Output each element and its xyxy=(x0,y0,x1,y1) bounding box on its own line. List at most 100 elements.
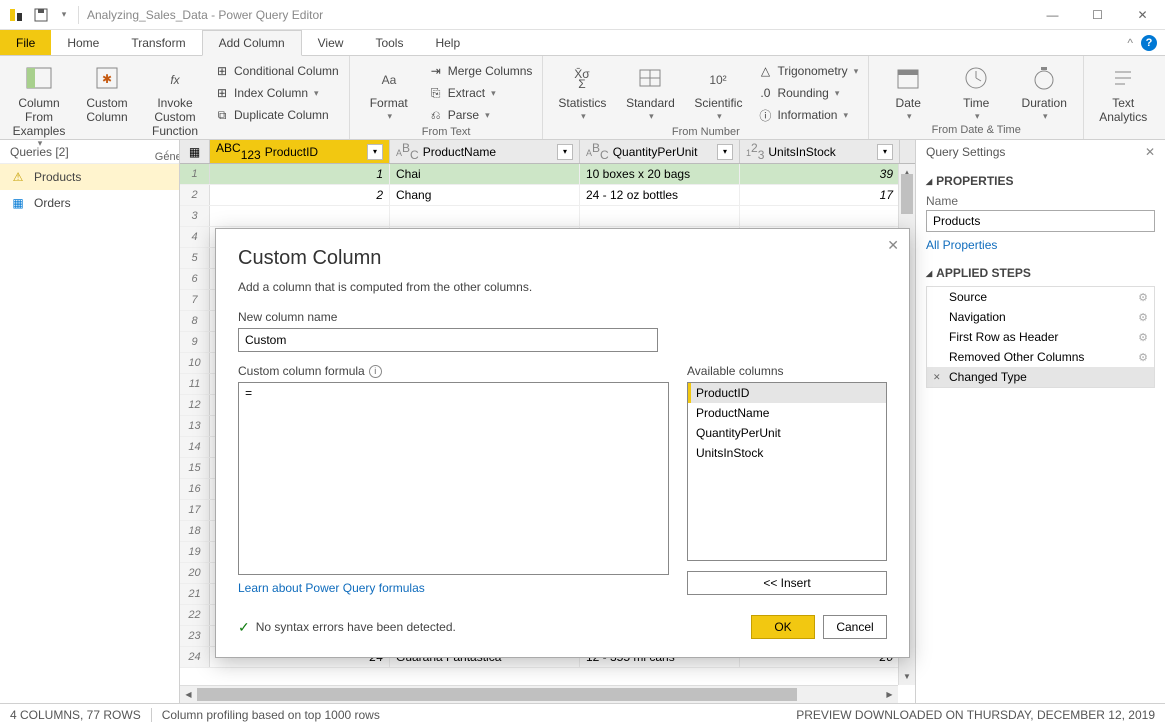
format-button[interactable]: AaFormat▾ xyxy=(356,58,422,123)
all-properties-link[interactable]: All Properties xyxy=(926,238,997,252)
column-header-productname[interactable]: ABCProductName▾ xyxy=(390,140,580,163)
scroll-left-icon[interactable]: ◀ xyxy=(180,686,197,703)
minimize-button[interactable]: — xyxy=(1030,0,1075,30)
table-row[interactable]: 22Chang24 - 12 oz bottles17 xyxy=(180,185,915,206)
merge-columns-button[interactable]: ⇥Merge Columns xyxy=(424,60,537,82)
learn-formulas-link[interactable]: Learn about Power Query formulas xyxy=(238,581,669,595)
row-number: 22 xyxy=(180,605,210,625)
available-columns-list[interactable]: ProductIDProductNameQuantityPerUnitUnits… xyxy=(687,382,887,561)
trigonometry-button[interactable]: △Trigonometry▾ xyxy=(753,60,862,82)
duplicate-column-button[interactable]: ⧉Duplicate Column xyxy=(210,104,343,126)
column-dropdown-icon[interactable]: ▾ xyxy=(877,144,893,160)
new-column-name-input[interactable] xyxy=(238,328,658,352)
status-bar: 4 COLUMNS, 77 ROWS Column profiling base… xyxy=(0,703,1165,725)
applied-step[interactable]: First Row as Header⚙ xyxy=(927,327,1154,347)
insert-button[interactable]: << Insert xyxy=(687,571,887,595)
horizontal-scrollbar[interactable]: ◀ ▶ xyxy=(180,685,898,703)
type-icon: ABC xyxy=(586,141,609,162)
info-icon[interactable]: i xyxy=(369,365,382,378)
svg-text:✱: ✱ xyxy=(102,72,112,86)
statistics-button[interactable]: X̄σΣStatistics▾ xyxy=(549,58,615,123)
gear-icon[interactable]: ⚙ xyxy=(1138,311,1148,324)
column-header-quantityperunit[interactable]: ABCQuantityPerUnit▾ xyxy=(580,140,740,163)
dialog-close-icon[interactable]: ✕ xyxy=(887,237,899,254)
tab-help[interactable]: Help xyxy=(419,30,476,55)
table-row[interactable]: 3 xyxy=(180,206,915,227)
cancel-button[interactable]: Cancel xyxy=(823,615,887,639)
scroll-right-icon[interactable]: ▶ xyxy=(881,686,898,703)
table-row[interactable]: 11Chai10 boxes x 20 bags39 xyxy=(180,164,915,185)
scientific-button[interactable]: 10²Scientific▾ xyxy=(685,58,751,123)
conditional-column-button[interactable]: ⊞Conditional Column xyxy=(210,60,343,82)
parse-button[interactable]: ⎌Parse▾ xyxy=(424,104,537,126)
group-label-fromnumber: From Number xyxy=(549,126,862,139)
help-icon[interactable]: ? xyxy=(1141,35,1157,51)
row-number: 13 xyxy=(180,416,210,436)
applied-step[interactable]: Navigation⚙ xyxy=(927,307,1154,327)
scroll-thumb[interactable] xyxy=(901,174,913,214)
row-number: 3 xyxy=(180,206,210,226)
tab-add-column[interactable]: Add Column xyxy=(202,30,302,56)
custom-column-button[interactable]: ✱Custom Column xyxy=(74,58,140,127)
tab-tools[interactable]: Tools xyxy=(359,30,419,55)
available-column-item[interactable]: UnitsInStock xyxy=(688,443,886,463)
row-number: 19 xyxy=(180,542,210,562)
hscroll-thumb[interactable] xyxy=(197,688,797,701)
gear-icon[interactable]: ⚙ xyxy=(1138,291,1148,304)
time-button[interactable]: Time▾ xyxy=(943,58,1009,123)
gear-icon[interactable]: ⚙ xyxy=(1138,331,1148,344)
cell: 2 xyxy=(210,185,390,205)
collapse-queries-icon[interactable]: ‹ xyxy=(165,145,169,159)
invoke-custom-function-button[interactable]: fxInvoke Custom Function xyxy=(142,58,208,140)
vision-button[interactable]: Vision xyxy=(1158,58,1165,113)
collapse-ribbon-icon[interactable]: ^ xyxy=(1127,36,1133,50)
close-settings-icon[interactable]: ✕ xyxy=(1145,145,1155,159)
applied-step[interactable]: Changed Type xyxy=(927,367,1154,387)
tab-home[interactable]: Home xyxy=(51,30,115,55)
gear-icon[interactable]: ⚙ xyxy=(1138,351,1148,364)
information-button[interactable]: ⓘInformation▾ xyxy=(753,104,862,126)
column-from-examples-button[interactable]: Column From Examples▾ xyxy=(6,58,72,151)
formula-input[interactable] xyxy=(238,382,669,575)
tab-file[interactable]: File xyxy=(0,30,51,55)
close-button[interactable]: ✕ xyxy=(1120,0,1165,30)
available-column-item[interactable]: QuantityPerUnit xyxy=(688,423,886,443)
rounding-button[interactable]: .0Rounding▾ xyxy=(753,82,862,104)
tab-view[interactable]: View xyxy=(302,30,360,55)
query-settings-pane: Query Settings ✕ ◢PROPERTIES Name All Pr… xyxy=(915,140,1165,703)
grid-corner[interactable]: ▦ xyxy=(180,140,210,163)
available-column-item[interactable]: ProductID xyxy=(688,383,886,403)
date-button[interactable]: Date▾ xyxy=(875,58,941,123)
custom-column-dialog: ✕ Custom Column Add a column that is com… xyxy=(215,228,910,658)
extract-button[interactable]: ⎘Extract▾ xyxy=(424,82,537,104)
standard-button[interactable]: Standard▾ xyxy=(617,58,683,123)
column-dropdown-icon[interactable]: ▾ xyxy=(367,144,383,160)
save-icon[interactable] xyxy=(32,6,50,24)
maximize-button[interactable]: ☐ xyxy=(1075,0,1120,30)
qat-dropdown-icon[interactable]: ▾ xyxy=(54,6,72,24)
applied-step[interactable]: Source⚙ xyxy=(927,287,1154,307)
queries-pane: Queries [2] ‹ ⚠ Products ▦ Orders xyxy=(0,140,180,703)
name-label: Name xyxy=(926,194,1155,208)
text-analytics-button[interactable]: Text Analytics xyxy=(1090,58,1156,127)
applied-steps-section[interactable]: ◢APPLIED STEPS xyxy=(926,266,1155,280)
tab-transform[interactable]: Transform xyxy=(115,30,201,55)
query-item-orders[interactable]: ▦ Orders xyxy=(0,190,179,216)
properties-section[interactable]: ◢PROPERTIES xyxy=(926,174,1155,188)
applied-step[interactable]: Removed Other Columns⚙ xyxy=(927,347,1154,367)
type-icon: ABC123 xyxy=(216,141,261,162)
scroll-down-icon[interactable]: ▼ xyxy=(899,668,915,685)
available-column-item[interactable]: ProductName xyxy=(688,403,886,423)
cell xyxy=(580,206,740,226)
query-name-input[interactable] xyxy=(926,210,1155,232)
column-dropdown-icon[interactable]: ▾ xyxy=(717,144,733,160)
query-item-products[interactable]: ⚠ Products xyxy=(0,164,179,190)
duration-button[interactable]: Duration▾ xyxy=(1011,58,1077,123)
formula-label: Custom column formulai xyxy=(238,364,669,378)
column-header-productid[interactable]: ABC123ProductID▾ xyxy=(210,140,390,163)
ok-button[interactable]: OK xyxy=(751,615,815,639)
column-dropdown-icon[interactable]: ▾ xyxy=(557,144,573,160)
table-icon: ▦ xyxy=(10,195,26,211)
index-column-button[interactable]: ⊞Index Column▾ xyxy=(210,82,343,104)
column-header-unitsinstock[interactable]: 123UnitsInStock▾ xyxy=(740,140,900,163)
